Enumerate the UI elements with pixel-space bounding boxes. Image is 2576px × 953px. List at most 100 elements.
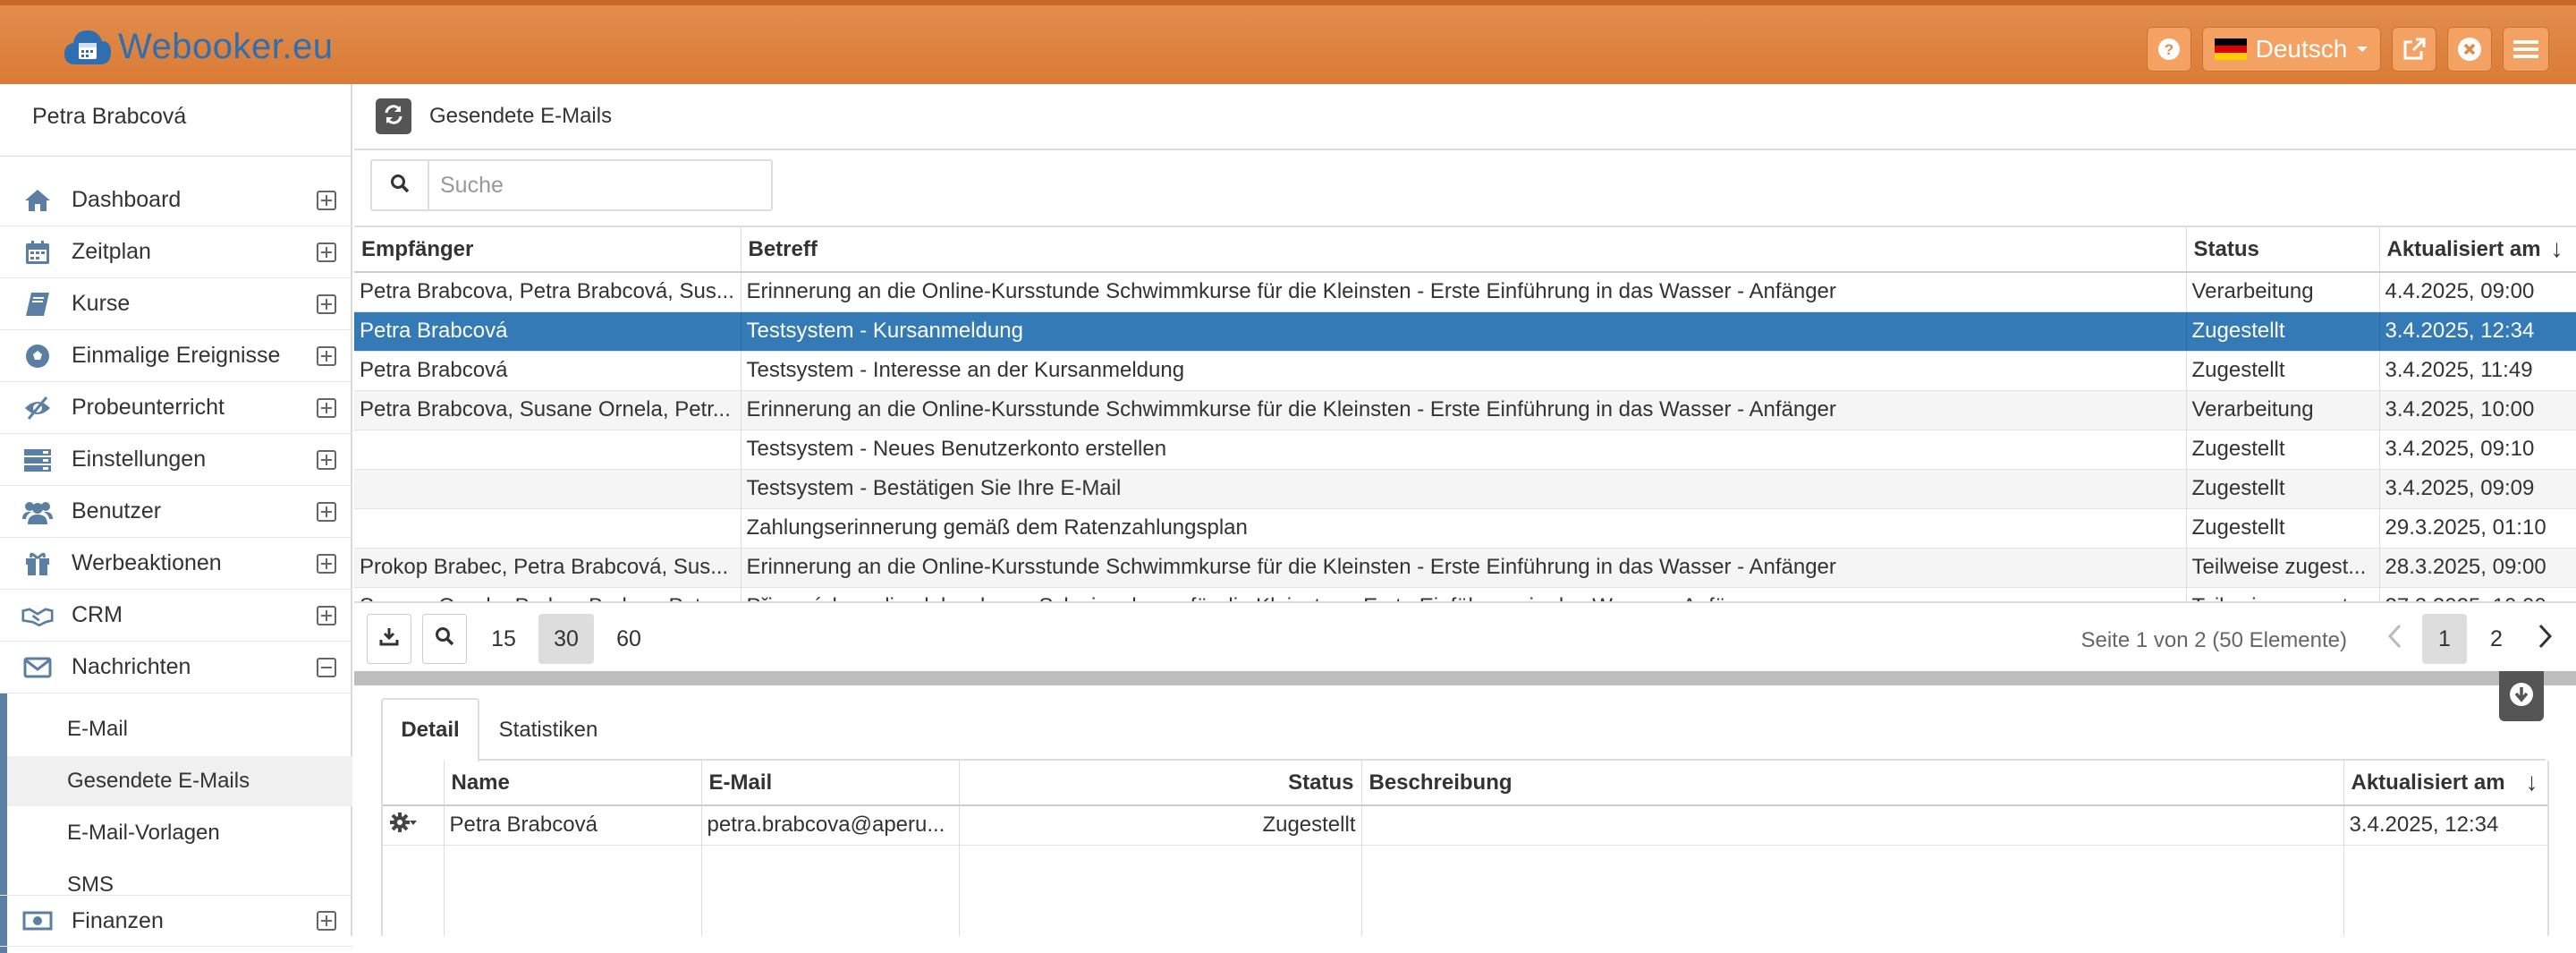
column-header-updated[interactable]: Aktualisiert am ↓ bbox=[2343, 761, 2547, 806]
expand-icon[interactable] bbox=[317, 345, 336, 366]
sidebar-item-benutzer[interactable]: Benutzer bbox=[0, 486, 352, 538]
page-size-60[interactable]: 60 bbox=[601, 614, 657, 664]
sidebar-item-einmalige-ereignisse[interactable]: Einmalige Ereignisse bbox=[0, 330, 352, 382]
search-input[interactable] bbox=[429, 161, 771, 209]
sidebar-item-werbeaktionen[interactable]: Werbeaktionen bbox=[0, 538, 352, 590]
sort-desc-icon[interactable]: ↓ bbox=[2551, 234, 2563, 263]
sidebar-item-zeitplan[interactable]: Zeitplan bbox=[0, 226, 352, 278]
language-dropdown[interactable]: Deutsch bbox=[2202, 27, 2381, 72]
sidebar-subitem-email-templates[interactable]: E-Mail-Vorlagen bbox=[7, 808, 352, 858]
external-link-icon bbox=[2402, 37, 2427, 62]
column-header-recipient[interactable]: Empfänger bbox=[354, 227, 741, 273]
tab-statistiken[interactable]: Statistiken bbox=[481, 698, 615, 762]
help-button[interactable]: ? bbox=[2147, 27, 2191, 72]
search-button[interactable] bbox=[372, 161, 429, 209]
table-row[interactable]: Testsystem - Neues Benutzerkonto erstell… bbox=[354, 430, 2576, 470]
expand-icon[interactable] bbox=[317, 242, 336, 262]
open-external-button[interactable] bbox=[2392, 27, 2436, 72]
sidebar-item-nachrichten[interactable]: Nachrichten bbox=[0, 642, 352, 693]
expand-icon[interactable] bbox=[317, 294, 336, 314]
recipients-table: Name E-Mail Status Beschreibung Aktualis… bbox=[381, 761, 2549, 936]
sidebar-item-einstellungen[interactable]: Einstellungen bbox=[0, 434, 352, 486]
cell-updated: 3.4.2025, 09:09 bbox=[2379, 469, 2576, 509]
cell-updated: 28.3.2025, 09:00 bbox=[2379, 548, 2576, 588]
column-header-updated[interactable]: Aktualisiert am ↓ bbox=[2379, 227, 2576, 273]
cell-status: Zugestellt bbox=[2186, 430, 2380, 470]
pager: 15 30 60 Seite 1 von 2 (50 Elemente) 1 2 bbox=[354, 601, 2576, 673]
sidebar-subitem-email[interactable]: E-Mail bbox=[7, 704, 352, 754]
logo[interactable]: Webooker.eu bbox=[63, 21, 333, 72]
cell-status: Verarbeitung bbox=[2186, 272, 2380, 312]
column-header-label: Aktualisiert am bbox=[2386, 236, 2541, 261]
cell-subject: Erinnerung an die Online-Kursstunde Schw… bbox=[741, 272, 2187, 312]
sidebar-item-label: Nachrichten bbox=[72, 654, 191, 679]
table-row[interactable]: Susane Ornela, Prokop Brabec, Petra...Př… bbox=[354, 587, 2576, 601]
cell-subject: Zahlungserinnerung gemäß dem Ratenzahlun… bbox=[741, 508, 2187, 549]
search-box bbox=[370, 159, 773, 211]
page-2-button[interactable]: 2 bbox=[2474, 614, 2519, 664]
table-row[interactable]: Zahlungserinnerung gemäß dem Ratenzahlun… bbox=[354, 508, 2576, 549]
sidebar-subitem-sent-emails[interactable]: Gesendete E-Mails bbox=[7, 756, 352, 806]
tab-detail[interactable]: Detail bbox=[381, 698, 479, 762]
page-size-15[interactable]: 15 bbox=[476, 614, 531, 664]
cell-status: Zugestellt bbox=[2186, 508, 2380, 549]
gear-icon[interactable] bbox=[390, 812, 417, 833]
table-row[interactable]: Petra Brabcová petra.brabcova@aperu... Z… bbox=[383, 805, 2547, 846]
page-size-30[interactable]: 30 bbox=[538, 614, 594, 664]
next-page-button[interactable] bbox=[2526, 614, 2565, 664]
menu-button[interactable] bbox=[2503, 27, 2549, 72]
expand-icon[interactable] bbox=[317, 553, 336, 574]
column-header-name[interactable]: Name bbox=[444, 761, 702, 806]
cell-updated: 3.4.2025, 12:34 bbox=[2379, 311, 2576, 352]
sidebar-item-label: Einmalige Ereignisse bbox=[72, 343, 281, 368]
table-row[interactable]: Petra Brabcova, Susane Ornela, Petr... Er… bbox=[354, 390, 2576, 430]
export-button[interactable] bbox=[367, 614, 411, 664]
expand-icon[interactable] bbox=[317, 449, 336, 470]
expand-icon[interactable] bbox=[317, 397, 336, 418]
sidebar-item-dashboard[interactable]: Dashboard bbox=[0, 174, 352, 226]
sidebar-item-probeunterricht[interactable]: Probeunterricht bbox=[0, 382, 352, 434]
row-actions[interactable] bbox=[383, 805, 445, 846]
table-row[interactable]: Testsystem - Bestätigen Sie Ihre E-Mail Z… bbox=[354, 469, 2576, 509]
expand-icon[interactable] bbox=[317, 911, 336, 931]
server-icon bbox=[21, 446, 54, 474]
refresh-button[interactable] bbox=[376, 98, 411, 134]
emails-table: Empfänger Betreff Status Aktualisiert am… bbox=[354, 225, 2576, 601]
page-1-button[interactable]: 1 bbox=[2422, 614, 2467, 664]
table-row[interactable]: Petra Brabcová Testsystem - Interesse an … bbox=[354, 351, 2576, 391]
sidebar-item-label: Kurse bbox=[72, 291, 131, 316]
column-header-status[interactable]: Status bbox=[2186, 227, 2380, 273]
sidebar-item-label: Finanzen bbox=[72, 907, 164, 933]
expand-icon[interactable] bbox=[317, 501, 336, 522]
sort-desc-icon[interactable]: ↓ bbox=[2526, 768, 2538, 796]
money-icon bbox=[21, 906, 54, 935]
table-header-row: Empfänger Betreff Status Aktualisiert am… bbox=[354, 227, 2576, 273]
cell-recipient bbox=[354, 469, 741, 509]
cell-subject: Testsystem - Kursanmeldung bbox=[741, 311, 2187, 352]
search-icon bbox=[390, 174, 410, 198]
expand-icon[interactable] bbox=[317, 605, 336, 625]
column-header-description[interactable]: Beschreibung bbox=[1361, 761, 2344, 806]
main-content: Gesendete E-Mails Empfänger Betreff Stat… bbox=[354, 84, 2576, 936]
prev-page-button[interactable] bbox=[2374, 614, 2415, 664]
close-button[interactable] bbox=[2447, 27, 2492, 72]
table-row[interactable]: Petra Brabcova, Petra Brabcová, Sus... Er… bbox=[354, 272, 2576, 312]
panel-splitter[interactable] bbox=[354, 671, 2576, 685]
detail-tabs: Detail Statistiken bbox=[381, 698, 2546, 762]
sidebar-item-label: Benutzer bbox=[72, 498, 162, 523]
table-row[interactable]: Petra Brabcová Testsystem - Kursanmeldung… bbox=[354, 311, 2576, 352]
sidebar-item-kurse[interactable]: Kurse bbox=[0, 278, 352, 330]
sidebar-item-label: Zeitplan bbox=[72, 239, 151, 264]
sidebar-item-finanzen[interactable]: Finanzen bbox=[0, 895, 352, 947]
column-header-email[interactable]: E-Mail bbox=[701, 761, 960, 806]
table-row[interactable]: Prokop Brabec, Petra Brabcová, Sus... Eri… bbox=[354, 548, 2576, 588]
expand-icon[interactable] bbox=[317, 190, 336, 210]
column-header-status[interactable]: Status bbox=[959, 761, 1362, 806]
sidebar-item-crm[interactable]: CRM bbox=[0, 590, 352, 642]
sidebar-subitem-label: E-Mail bbox=[67, 717, 129, 741]
collapse-icon[interactable] bbox=[317, 657, 336, 677]
filter-search-button[interactable] bbox=[422, 614, 467, 664]
caret-down-icon bbox=[2356, 45, 2368, 54]
calendar-cloud-icon bbox=[63, 25, 113, 68]
column-header-subject[interactable]: Betreff bbox=[741, 227, 2187, 273]
